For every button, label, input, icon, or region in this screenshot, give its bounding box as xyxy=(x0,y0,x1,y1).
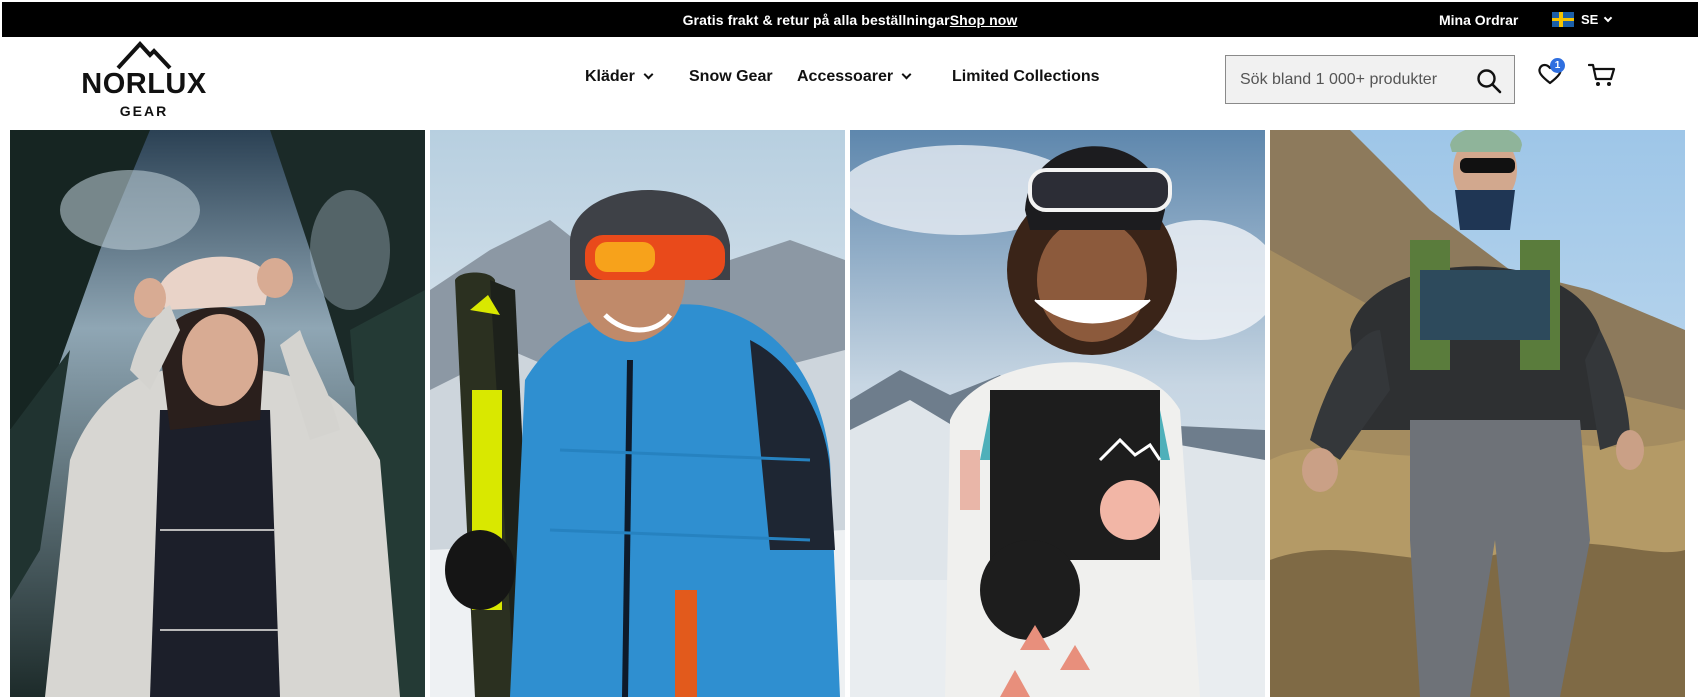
nav-item-label: Accessoarer xyxy=(797,68,894,85)
nav-item-klader[interactable]: Kläder xyxy=(585,68,654,86)
nav-item-accessoarer[interactable]: Accessoarer xyxy=(797,68,912,86)
chevron-down-icon xyxy=(643,69,654,80)
promo-text: Gratis frakt & retur på alla beställning… xyxy=(682,11,950,28)
shop-now-link[interactable]: Shop now xyxy=(950,12,1018,28)
locale-label: SE xyxy=(1581,12,1599,27)
cart-button[interactable] xyxy=(1587,62,1618,92)
announcement-bar: Gratis frakt & retur på alla beställning… xyxy=(2,2,1698,37)
brand-subtitle: GEAR xyxy=(119,103,169,119)
hero-image xyxy=(430,130,845,697)
nav-item-label: Snow Gear xyxy=(689,68,773,85)
hero-gallery xyxy=(0,130,1700,697)
search-box[interactable] xyxy=(1225,55,1515,104)
brand-logo[interactable]: NORLUX GEAR xyxy=(76,40,212,120)
hero-image xyxy=(1270,130,1685,697)
sweden-flag-icon xyxy=(1552,12,1574,27)
hero-tile-snowboard[interactable] xyxy=(850,130,1265,697)
hero-tile-hiking[interactable] xyxy=(1270,130,1685,697)
nav-item-label: Kläder xyxy=(585,68,635,85)
hero-tile-lifestyle[interactable] xyxy=(10,130,425,697)
search-icon[interactable] xyxy=(1476,68,1502,99)
cart-icon xyxy=(1587,63,1616,86)
wishlist-count-badge: 1 xyxy=(1550,58,1565,73)
brand-name: NORLUX xyxy=(81,68,207,100)
nav-item-label: Limited Collections xyxy=(952,68,1100,85)
hero-image xyxy=(850,130,1265,697)
nav-item-limited-collections[interactable]: Limited Collections xyxy=(952,68,1100,86)
locale-selector[interactable]: SE xyxy=(1552,2,1613,37)
site-header: NORLUX GEAR Kläder Snow Gear Accessoarer… xyxy=(0,37,1700,126)
search-input[interactable] xyxy=(1240,56,1470,103)
hero-tile-ski[interactable] xyxy=(430,130,845,697)
chevron-down-icon xyxy=(901,69,912,80)
hero-image xyxy=(10,130,425,697)
mountain-logo-icon xyxy=(116,41,172,70)
chevron-down-icon xyxy=(1604,13,1613,22)
my-orders-link[interactable]: Mina Ordrar xyxy=(1439,2,1518,37)
nav-item-snow-gear[interactable]: Snow Gear xyxy=(689,68,773,86)
